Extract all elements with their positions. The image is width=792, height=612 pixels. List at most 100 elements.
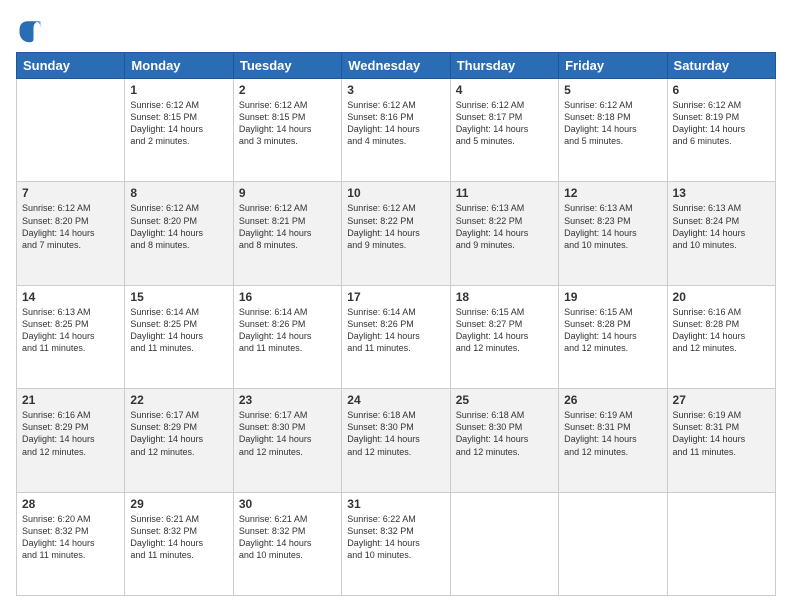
calendar-cell: 3 Sunrise: 6:12 AM Sunset: 8:16 PM Daylig… [342, 79, 450, 182]
day-info: Sunrise: 6:15 AM Sunset: 8:27 PM Dayligh… [456, 306, 553, 355]
day-info: Sunrise: 6:14 AM Sunset: 8:25 PM Dayligh… [130, 306, 227, 355]
calendar-cell: 26 Sunrise: 6:19 AM Sunset: 8:31 PM Dayli… [559, 389, 667, 492]
day-number: 5 [564, 83, 661, 97]
day-info: Sunrise: 6:13 AM Sunset: 8:25 PM Dayligh… [22, 306, 119, 355]
weekday-header-wednesday: Wednesday [342, 53, 450, 79]
weekday-header-friday: Friday [559, 53, 667, 79]
calendar-cell: 8 Sunrise: 6:12 AM Sunset: 8:20 PM Daylig… [125, 182, 233, 285]
weekday-header-tuesday: Tuesday [233, 53, 341, 79]
calendar-cell [450, 492, 558, 595]
calendar-cell: 5 Sunrise: 6:12 AM Sunset: 8:18 PM Daylig… [559, 79, 667, 182]
weekday-header-sunday: Sunday [17, 53, 125, 79]
calendar-cell: 21 Sunrise: 6:16 AM Sunset: 8:29 PM Dayli… [17, 389, 125, 492]
day-number: 14 [22, 290, 119, 304]
day-info: Sunrise: 6:12 AM Sunset: 8:17 PM Dayligh… [456, 99, 553, 148]
calendar-cell: 28 Sunrise: 6:20 AM Sunset: 8:32 PM Dayli… [17, 492, 125, 595]
calendar-cell: 22 Sunrise: 6:17 AM Sunset: 8:29 PM Dayli… [125, 389, 233, 492]
calendar-cell: 16Sunrise: 6:14 AM Sunset: 8:26 PM Dayli… [233, 285, 341, 388]
day-number: 26 [564, 393, 661, 407]
day-info: Sunrise: 6:16 AM Sunset: 8:29 PM Dayligh… [22, 409, 119, 458]
day-number: 12 [564, 186, 661, 200]
day-info: Sunrise: 6:13 AM Sunset: 8:22 PM Dayligh… [456, 202, 553, 251]
calendar-cell: 15 Sunrise: 6:14 AM Sunset: 8:25 PM Dayli… [125, 285, 233, 388]
day-number: 28 [22, 497, 119, 511]
day-info: Sunrise: 6:16 AM Sunset: 8:28 PM Dayligh… [673, 306, 770, 355]
day-info: Sunrise: 6:12 AM Sunset: 8:21 PM Dayligh… [239, 202, 336, 251]
day-number: 1 [130, 83, 227, 97]
calendar-cell [559, 492, 667, 595]
day-number: 13 [673, 186, 770, 200]
calendar-cell: 27 Sunrise: 6:19 AM Sunset: 8:31 PM Dayli… [667, 389, 775, 492]
calendar-cell: 18 Sunrise: 6:15 AM Sunset: 8:27 PM Dayli… [450, 285, 558, 388]
day-number: 24 [347, 393, 444, 407]
day-number: 3 [347, 83, 444, 97]
day-info: Sunrise: 6:15 AM Sunset: 8:28 PM Dayligh… [564, 306, 661, 355]
calendar-cell: 30 Sunrise: 6:21 AM Sunset: 8:32 PM Dayli… [233, 492, 341, 595]
day-info: Sunrise: 6:13 AM Sunset: 8:24 PM Dayligh… [673, 202, 770, 251]
day-number: 6 [673, 83, 770, 97]
day-number: 7 [22, 186, 119, 200]
day-info: Sunrise: 6:18 AM Sunset: 8:30 PM Dayligh… [347, 409, 444, 458]
day-number: 20 [673, 290, 770, 304]
day-info: Sunrise: 6:21 AM Sunset: 8:32 PM Dayligh… [239, 513, 336, 562]
day-info: Sunrise: 6:19 AM Sunset: 8:31 PM Dayligh… [673, 409, 770, 458]
calendar-header-row: SundayMondayTuesdayWednesdayThursdayFrid… [17, 53, 776, 79]
day-number: 30 [239, 497, 336, 511]
day-number: 29 [130, 497, 227, 511]
logo-icon [16, 16, 44, 44]
calendar-week-row: 7 Sunrise: 6:12 AM Sunset: 8:20 PM Daylig… [17, 182, 776, 285]
day-info: Sunrise: 6:12 AM Sunset: 8:19 PM Dayligh… [673, 99, 770, 148]
day-info: Sunrise: 6:20 AM Sunset: 8:32 PM Dayligh… [22, 513, 119, 562]
calendar-week-row: 1 Sunrise: 6:12 AM Sunset: 8:15 PM Daylig… [17, 79, 776, 182]
calendar-cell: 13 Sunrise: 6:13 AM Sunset: 8:24 PM Dayli… [667, 182, 775, 285]
day-number: 4 [456, 83, 553, 97]
day-number: 21 [22, 393, 119, 407]
day-info: Sunrise: 6:13 AM Sunset: 8:23 PM Dayligh… [564, 202, 661, 251]
day-info: Sunrise: 6:12 AM Sunset: 8:15 PM Dayligh… [130, 99, 227, 148]
day-number: 10 [347, 186, 444, 200]
day-number: 31 [347, 497, 444, 511]
calendar-cell: 19 Sunrise: 6:15 AM Sunset: 8:28 PM Dayli… [559, 285, 667, 388]
day-number: 25 [456, 393, 553, 407]
day-number: 11 [456, 186, 553, 200]
calendar-cell: 14 Sunrise: 6:13 AM Sunset: 8:25 PM Dayli… [17, 285, 125, 388]
day-number: 18 [456, 290, 553, 304]
calendar-cell: 29 Sunrise: 6:21 AM Sunset: 8:32 PM Dayli… [125, 492, 233, 595]
day-info: Sunrise: 6:12 AM Sunset: 8:20 PM Dayligh… [22, 202, 119, 251]
calendar-cell: 20 Sunrise: 6:16 AM Sunset: 8:28 PM Dayli… [667, 285, 775, 388]
day-info: Sunrise: 6:12 AM Sunset: 8:16 PM Dayligh… [347, 99, 444, 148]
day-number: 15 [130, 290, 227, 304]
calendar-cell: 12 Sunrise: 6:13 AM Sunset: 8:23 PM Dayli… [559, 182, 667, 285]
day-number: 16 [239, 290, 336, 304]
calendar-cell: 9 Sunrise: 6:12 AM Sunset: 8:21 PM Daylig… [233, 182, 341, 285]
calendar-table: SundayMondayTuesdayWednesdayThursdayFrid… [16, 52, 776, 596]
calendar-cell: 7 Sunrise: 6:12 AM Sunset: 8:20 PM Daylig… [17, 182, 125, 285]
calendar-week-row: 14 Sunrise: 6:13 AM Sunset: 8:25 PM Dayli… [17, 285, 776, 388]
calendar-week-row: 28 Sunrise: 6:20 AM Sunset: 8:32 PM Dayli… [17, 492, 776, 595]
calendar-cell: 2Sunrise: 6:12 AM Sunset: 8:15 PM Daylig… [233, 79, 341, 182]
day-info: Sunrise: 6:17 AM Sunset: 8:29 PM Dayligh… [130, 409, 227, 458]
calendar-cell: 23Sunrise: 6:17 AM Sunset: 8:30 PM Dayli… [233, 389, 341, 492]
day-number: 27 [673, 393, 770, 407]
day-number: 8 [130, 186, 227, 200]
day-info: Sunrise: 6:21 AM Sunset: 8:32 PM Dayligh… [130, 513, 227, 562]
calendar-cell: 10 Sunrise: 6:12 AM Sunset: 8:22 PM Dayli… [342, 182, 450, 285]
day-info: Sunrise: 6:12 AM Sunset: 8:22 PM Dayligh… [347, 202, 444, 251]
day-info: Sunrise: 6:19 AM Sunset: 8:31 PM Dayligh… [564, 409, 661, 458]
weekday-header-monday: Monday [125, 53, 233, 79]
day-number: 9 [239, 186, 336, 200]
day-info: Sunrise: 6:14 AM Sunset: 8:26 PM Dayligh… [347, 306, 444, 355]
calendar-cell: 17Sunrise: 6:14 AM Sunset: 8:26 PM Dayli… [342, 285, 450, 388]
calendar-cell [667, 492, 775, 595]
calendar-cell: 4 Sunrise: 6:12 AM Sunset: 8:17 PM Daylig… [450, 79, 558, 182]
day-info: Sunrise: 6:18 AM Sunset: 8:30 PM Dayligh… [456, 409, 553, 458]
calendar-cell: 11 Sunrise: 6:13 AM Sunset: 8:22 PM Dayli… [450, 182, 558, 285]
day-number: 19 [564, 290, 661, 304]
page: SundayMondayTuesdayWednesdayThursdayFrid… [0, 0, 792, 612]
day-info: Sunrise: 6:17 AM Sunset: 8:30 PM Dayligh… [239, 409, 336, 458]
calendar-week-row: 21 Sunrise: 6:16 AM Sunset: 8:29 PM Dayli… [17, 389, 776, 492]
day-number: 22 [130, 393, 227, 407]
day-info: Sunrise: 6:12 AM Sunset: 8:18 PM Dayligh… [564, 99, 661, 148]
day-info: Sunrise: 6:12 AM Sunset: 8:20 PM Dayligh… [130, 202, 227, 251]
header [16, 16, 776, 44]
